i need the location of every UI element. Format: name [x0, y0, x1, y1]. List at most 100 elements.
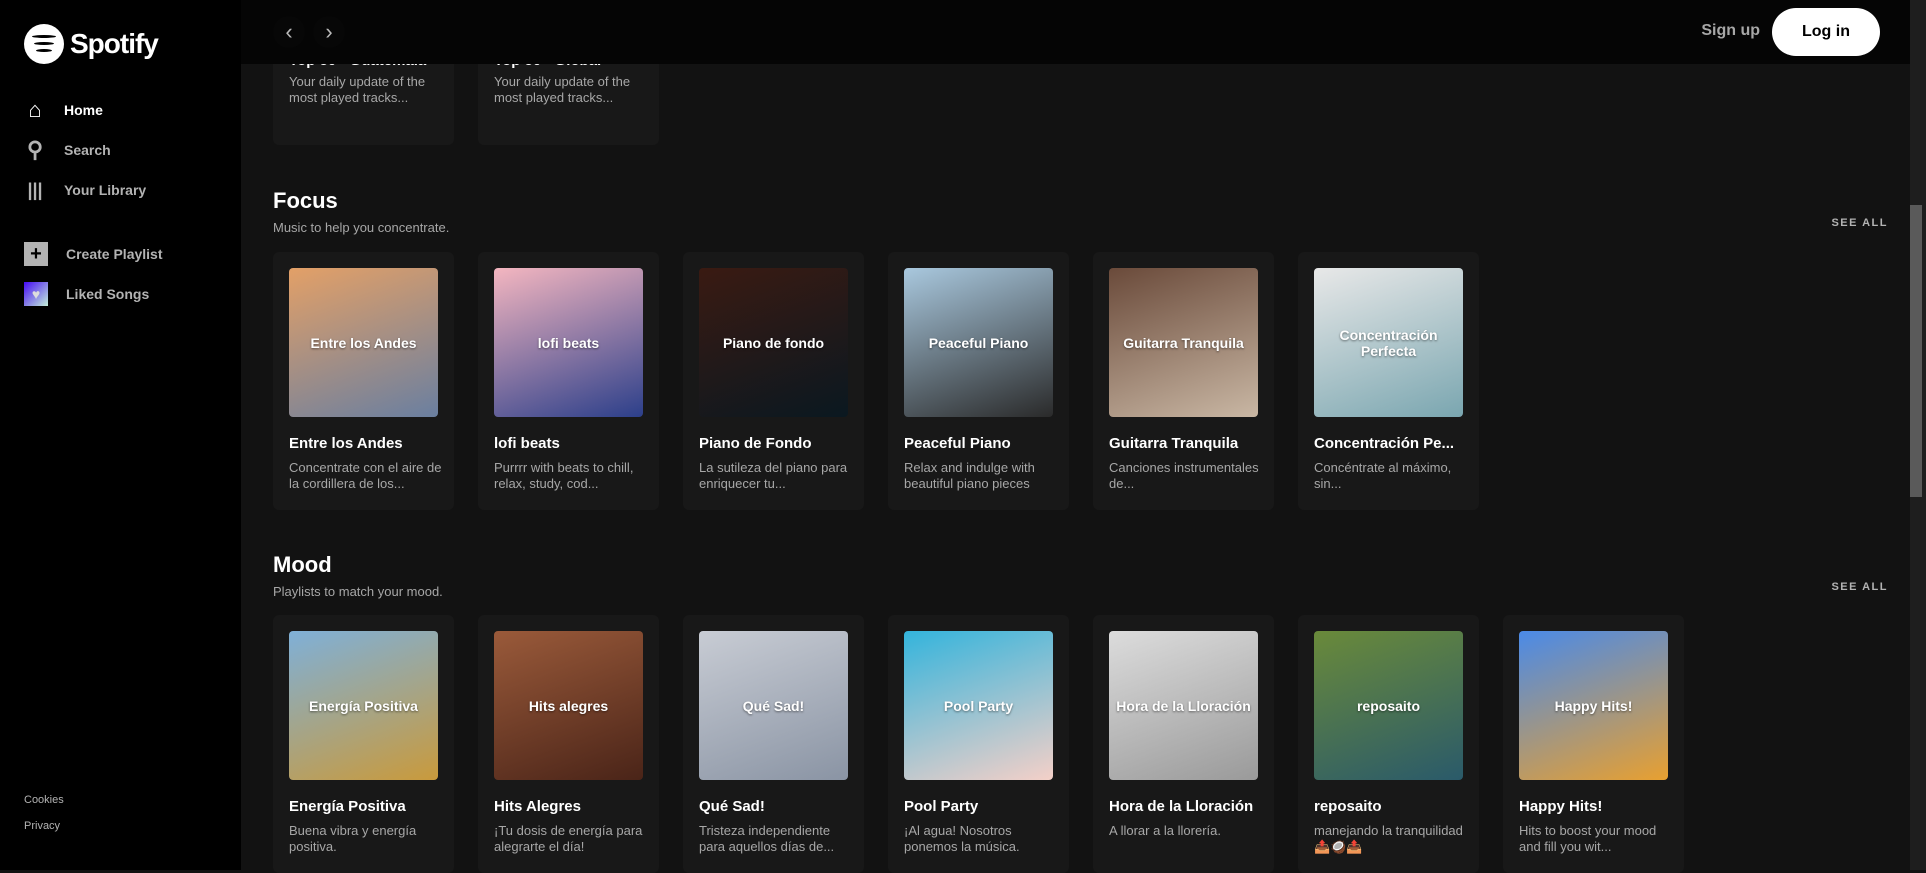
playlist-cover: Piano de fondo [699, 268, 848, 417]
card-title: Peaceful Piano [904, 435, 1011, 452]
playlist-cover: Guitarra Tranquila [1109, 268, 1258, 417]
card-description: manejando la tranquilidad 📤🥥📤 [1314, 823, 1463, 854]
section-title: Focus [273, 188, 338, 213]
playlist-card[interactable]: Hora de la Lloración Hora de la Lloració… [1093, 615, 1274, 873]
card-description: Canciones instrumentales de... [1109, 460, 1259, 491]
playlist-card[interactable]: Hits alegres Hits Alegres ¡Tu dosis de e… [478, 615, 659, 873]
card-description: Purrrr with beats to chill, relax, study… [494, 460, 634, 491]
cover-text: reposaito [1356, 697, 1420, 714]
cover-text: Pool Party [943, 697, 1014, 714]
cover-text: Hora de la Lloración [1116, 697, 1251, 714]
cover-text: Peaceful Piano [928, 334, 1029, 351]
section-title: Mood [273, 552, 332, 577]
card-title: Entre los Andes [289, 435, 403, 452]
cover-text: Energía Positiva [309, 697, 418, 714]
top-bar: ‹ › Sign up Log in [241, 0, 1910, 64]
card-description: ¡Tu dosis de energía para alegrarte el d… [494, 823, 643, 854]
scrollbar[interactable] [1910, 0, 1926, 870]
privacy-link[interactable]: Privacy [24, 820, 60, 832]
playlist-cover: Entre los Andes [289, 268, 438, 417]
playlist-card[interactable]: Qué Sad! Qué Sad! Tristeza independiente… [683, 615, 864, 873]
playlist-card[interactable]: Concentración Perfecta Concentración Pe.… [1298, 252, 1479, 510]
playlist-cover: Energía Positiva [289, 631, 438, 780]
playlist-card[interactable]: Entre los Andes Entre los Andes Concentr… [273, 252, 454, 510]
card-description: Concéntrate al máximo, sin... [1314, 460, 1452, 491]
card-description: La sutileza del piano para enriquecer tu… [699, 460, 848, 491]
card-title: reposaito [1314, 798, 1382, 815]
card-description: Concentrate con el aire de la cordillera… [289, 460, 442, 491]
label: Create Playlist [66, 246, 163, 262]
card-title: Hora de la Lloración [1109, 798, 1254, 815]
log-in-button[interactable]: Log in [1772, 8, 1880, 56]
playlist-card[interactable]: Pool Party Pool Party ¡Al agua! Nosotros… [888, 615, 1069, 873]
card-title: lofi beats [494, 435, 560, 452]
card-description: ¡Al agua! Nosotros ponemos la música. [904, 823, 1020, 854]
create-playlist-button[interactable]: + Create Playlist [24, 242, 163, 266]
home-icon: ⌂ [28, 97, 42, 122]
label: Your Library [64, 182, 147, 198]
scrollbar-thumb[interactable] [1910, 205, 1922, 497]
sidebar-item-library[interactable]: ||| Your Library [24, 178, 146, 202]
label: Home [64, 102, 103, 118]
label: Liked Songs [66, 286, 150, 302]
card-description: Relax and indulge with beautiful piano p… [904, 460, 1035, 491]
card-title: Energía Positiva [289, 798, 406, 815]
playlist-card[interactable]: Energía Positiva Energía Positiva Buena … [273, 615, 454, 873]
playlist-card[interactable]: Guitarra Tranquila Guitarra Tranquila Ca… [1093, 252, 1274, 510]
see-all-link[interactable]: SEE ALL [1831, 581, 1888, 593]
card-description: Buena vibra y energía positiva. [289, 823, 417, 854]
card-title: Qué Sad! [699, 798, 765, 815]
library-icon: ||| [27, 179, 43, 200]
card-title: Concentración Pe... [1314, 435, 1455, 452]
card-description: Tristeza independiente para aquellos día… [699, 823, 835, 854]
cover-text: Guitarra Tranquila [1123, 334, 1244, 351]
card-description: Your daily update of the most played tra… [289, 74, 426, 105]
card-title: Hits Alegres [494, 798, 581, 815]
cover-text: lofi beats [537, 334, 600, 351]
cookies-link[interactable]: Cookies [24, 794, 64, 806]
sidebar-item-search[interactable]: ⚲ Search [24, 137, 111, 162]
cover-text: Happy Hits! [1554, 697, 1633, 714]
playlist-cover: Hora de la Lloración [1109, 631, 1258, 780]
liked-songs-button[interactable]: ♥ Liked Songs [24, 282, 149, 306]
card-description: A llorar a la llorería. [1109, 823, 1221, 838]
heart-icon: ♥ [24, 282, 48, 306]
spotify-icon [24, 24, 64, 64]
playlist-cover: Peaceful Piano [904, 268, 1053, 417]
cover-text: Entre los Andes [310, 334, 417, 351]
plus-icon: + [24, 242, 48, 266]
playlist-cover: Pool Party [904, 631, 1053, 780]
playlist-cover: Qué Sad! [699, 631, 848, 780]
playlist-card[interactable]: Piano de fondo Piano de Fondo La sutilez… [683, 252, 864, 510]
chevron-right-icon: › [325, 19, 333, 44]
playlist-cover: Concentración Perfecta [1314, 268, 1463, 417]
sidebar: Spotify ⌂ Home ⚲ Search ||| Your Library + C… [0, 0, 241, 870]
card-description: Hits to boost your mood and fill you wit… [1519, 823, 1657, 854]
playlist-cover: lofi beats [494, 268, 643, 417]
playlist-card[interactable]: Happy Hits! Happy Hits! Hits to boost yo… [1503, 615, 1684, 873]
card-title: Piano de Fondo [699, 435, 812, 452]
card-description: Your daily update of the most played tra… [494, 74, 631, 105]
chevron-left-icon: ‹ [285, 19, 293, 44]
playlist-card[interactable]: lofi beats lofi beats Purrrr with beats … [478, 252, 659, 510]
cover-text: Qué Sad! [742, 697, 805, 714]
card-title: Happy Hits! [1519, 798, 1603, 815]
label: Search [64, 142, 111, 158]
playlist-cover: reposaito [1314, 631, 1463, 780]
logo-text: Spotify [70, 28, 159, 59]
search-icon: ⚲ [26, 137, 44, 162]
sidebar-item-home[interactable]: ⌂ Home [24, 97, 103, 122]
playlist-card[interactable]: Peaceful Piano Peaceful Piano Relax and … [888, 252, 1069, 510]
sign-up-button[interactable]: Sign up [1701, 22, 1760, 40]
forward-button[interactable]: › [313, 16, 345, 48]
playlist-cover: Hits alegres [494, 631, 643, 780]
spotify-logo[interactable]: Spotify [24, 24, 159, 64]
playlist-cover: Happy Hits! [1519, 631, 1668, 780]
cover-text: Hits alegres [528, 697, 609, 714]
card-title: Guitarra Tranquila [1109, 435, 1239, 452]
see-all-link[interactable]: SEE ALL [1831, 217, 1888, 229]
section-subtitle: Playlists to match your mood. [273, 584, 443, 599]
back-button[interactable]: ‹ [273, 16, 305, 48]
card-title: Pool Party [904, 798, 979, 815]
playlist-card[interactable]: reposaito reposaito manejando la tranqui… [1298, 615, 1479, 873]
